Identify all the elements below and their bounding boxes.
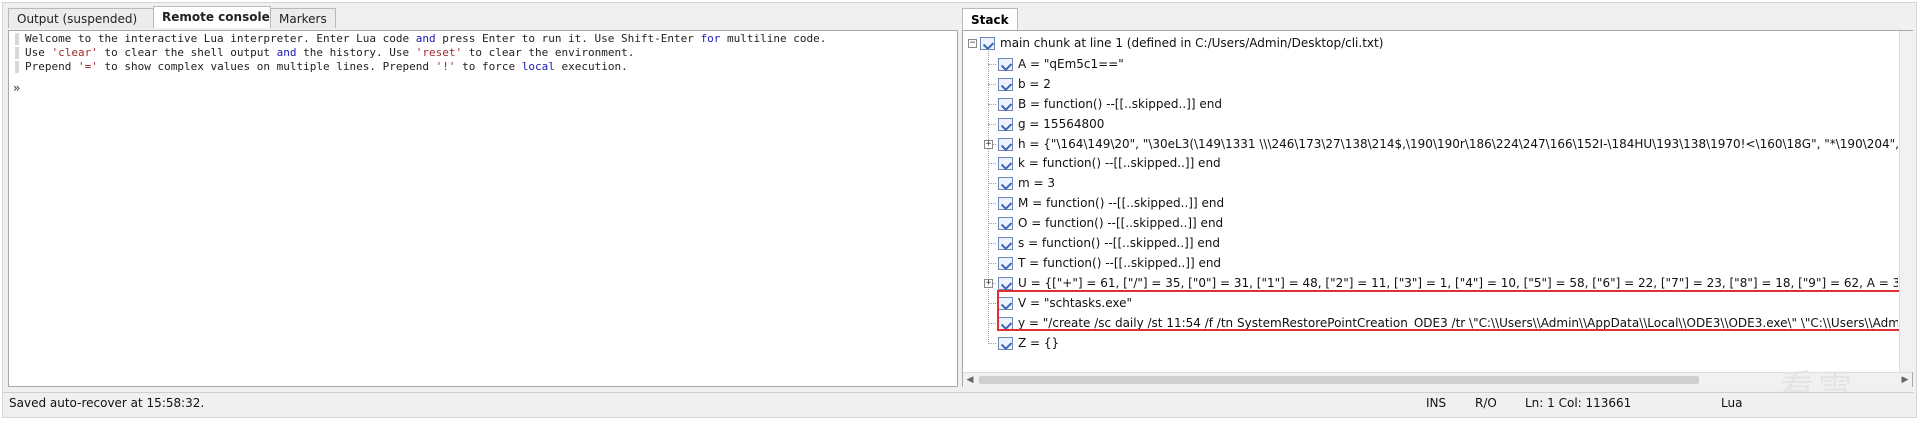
variable-icon xyxy=(998,237,1013,250)
variable-icon xyxy=(998,256,1013,270)
tree-branch-line xyxy=(988,203,996,205)
variable-icon xyxy=(998,117,1013,131)
variable-icon xyxy=(998,57,1013,71)
variable-icon xyxy=(998,177,1013,191)
tree-branch-line xyxy=(988,223,996,225)
tree-branch-line xyxy=(988,163,996,165)
stack-variable-row[interactable]: g = 15564800 xyxy=(998,114,1104,134)
stack-variable-row[interactable]: h = {"\164\149\20", "\30eL3(\149\1331 \\… xyxy=(998,134,1898,154)
function-frame-icon xyxy=(980,37,995,50)
variable-icon xyxy=(998,137,1013,151)
tree-branch-line xyxy=(988,342,996,344)
stack-variable-label: b = 2 xyxy=(1018,76,1051,91)
variable-icon xyxy=(998,77,1013,91)
scroll-thumb[interactable] xyxy=(979,376,1699,384)
stack-variable-label: h = {"\164\149\20", "\30eL3(\149\1331 \\… xyxy=(1018,136,1898,151)
status-position: Ln: 1 Col: 113661 xyxy=(1525,396,1632,410)
tree-branch-line xyxy=(988,243,996,244)
variable-icon xyxy=(998,276,1013,290)
status-bar: Saved auto-recover at 15:58:32. INS R/O … xyxy=(3,392,1914,413)
horizontal-scrollbar[interactable]: ◀ ▶ xyxy=(963,372,1912,387)
stack-variable-row[interactable]: m = 3 xyxy=(998,173,1055,193)
stack-variable-label: T = function() --[[..skipped..]] end xyxy=(1018,255,1222,270)
stack-variable-row[interactable]: s = function() --[[..skipped..]] end xyxy=(998,233,1220,253)
stack-variable-label: k = function() --[[..skipped..]] end xyxy=(1018,156,1221,171)
stack-variable-row[interactable]: B = function() --[[..skipped..]] end xyxy=(998,94,1222,114)
stack-variable-row[interactable]: M = function() --[[..skipped..]] end xyxy=(998,193,1224,213)
tree-branch-line xyxy=(988,63,996,65)
variable-icon xyxy=(998,217,1013,231)
tree-branch-line xyxy=(988,123,996,125)
stack-variable-row[interactable]: k = function() --[[..skipped..]] end xyxy=(998,153,1221,173)
tree-branch-line xyxy=(988,322,996,324)
stack-variable-row[interactable]: Z = {} xyxy=(998,333,1059,353)
status-message: Saved auto-recover at 15:58:32. xyxy=(9,396,205,410)
stack-variable-label: B = function() --[[..skipped..]] end xyxy=(1018,96,1222,111)
stack-variable-label: O = function() --[[..skipped..]] end xyxy=(1018,216,1224,231)
stack-root-row[interactable]: main chunk at line 1 (defined in C:/User… xyxy=(980,33,1383,53)
variable-icon xyxy=(998,97,1013,111)
expand-icon[interactable]: + xyxy=(984,278,993,288)
variable-icon xyxy=(998,157,1013,171)
status-language: Lua xyxy=(1721,396,1743,410)
expand-icon[interactable]: + xyxy=(984,139,993,149)
vertical-scrollbar[interactable] xyxy=(1899,31,1913,372)
stack-variable-label: m = 3 xyxy=(1018,176,1056,191)
variable-icon xyxy=(998,336,1013,350)
highlight-box xyxy=(997,290,1903,331)
stack-variable-row[interactable]: O = function() --[[..skipped..]] end xyxy=(998,213,1223,233)
status-readonly: R/O xyxy=(1475,396,1497,410)
stack-variable-label: s = function() --[[..skipped..]] end xyxy=(1018,236,1220,250)
root-collapse-icon[interactable]: − xyxy=(968,39,977,48)
stack-variable-label: U = {["+"] = 61, ["/"] = 35, ["0"] = 31,… xyxy=(1018,275,1898,290)
variable-icon xyxy=(998,197,1013,211)
scroll-left-icon[interactable]: ◀ xyxy=(963,373,977,387)
tree-branch-line xyxy=(988,83,996,85)
stack-variable-label: Z = {} xyxy=(1018,335,1060,350)
tree-branch-line xyxy=(988,262,996,264)
tree-branch-line xyxy=(988,183,996,185)
stack-variable-label: g = 15564800 xyxy=(1018,116,1105,131)
tree-guide-line xyxy=(988,51,989,342)
stack-variable-row[interactable]: b = 2 xyxy=(998,74,1051,94)
stack-variable-label: A = "qEm5c1==" xyxy=(1018,56,1124,71)
stack-variable-label: M = function() --[[..skipped..]] end xyxy=(1018,196,1225,211)
window: Output (suspended) Remote console Marker… xyxy=(0,0,1920,424)
stack-variable-row[interactable]: A = "qEm5c1==" xyxy=(998,54,1124,74)
status-ins: INS xyxy=(1426,396,1447,410)
scroll-right-icon[interactable]: ▶ xyxy=(1898,373,1912,387)
stack-root-label: main chunk at line 1 (defined in C:/User… xyxy=(1000,36,1384,50)
tree-branch-line xyxy=(988,302,996,304)
tree-branch-line xyxy=(988,103,996,105)
stack-variable-row[interactable]: T = function() --[[..skipped..]] end xyxy=(998,253,1221,273)
